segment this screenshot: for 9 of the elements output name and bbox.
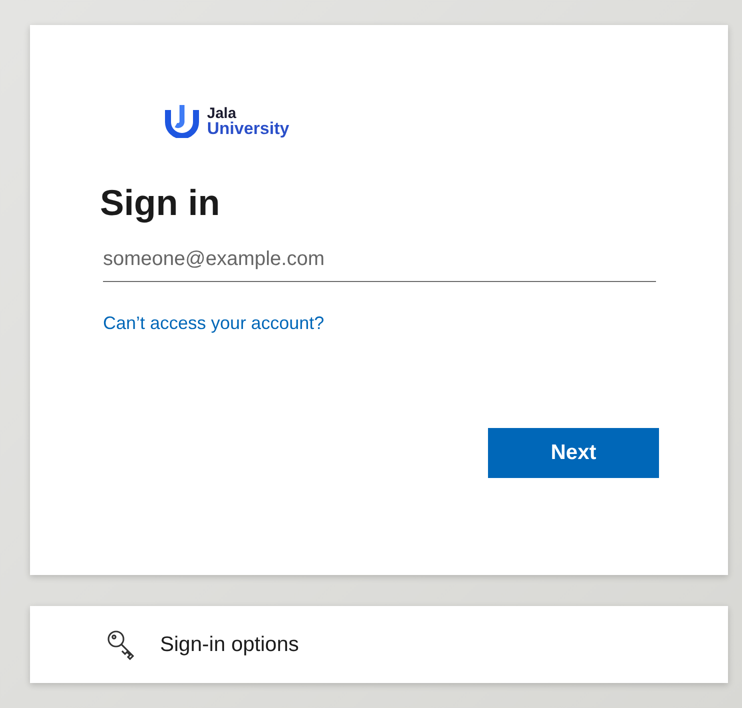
page-title: Sign in bbox=[100, 181, 220, 225]
options-label: Sign-in options bbox=[160, 632, 299, 656]
sign-in-options-button[interactable]: Sign-in options bbox=[30, 606, 728, 683]
logo-icon bbox=[163, 104, 201, 138]
email-field[interactable]: someone@example.com bbox=[103, 237, 656, 282]
logo-text: Jala bbox=[207, 106, 236, 121]
help-link[interactable]: Can’t access your account? bbox=[103, 313, 324, 334]
logo-text: University bbox=[207, 121, 290, 136]
next-button[interactable]: Next bbox=[488, 428, 659, 478]
